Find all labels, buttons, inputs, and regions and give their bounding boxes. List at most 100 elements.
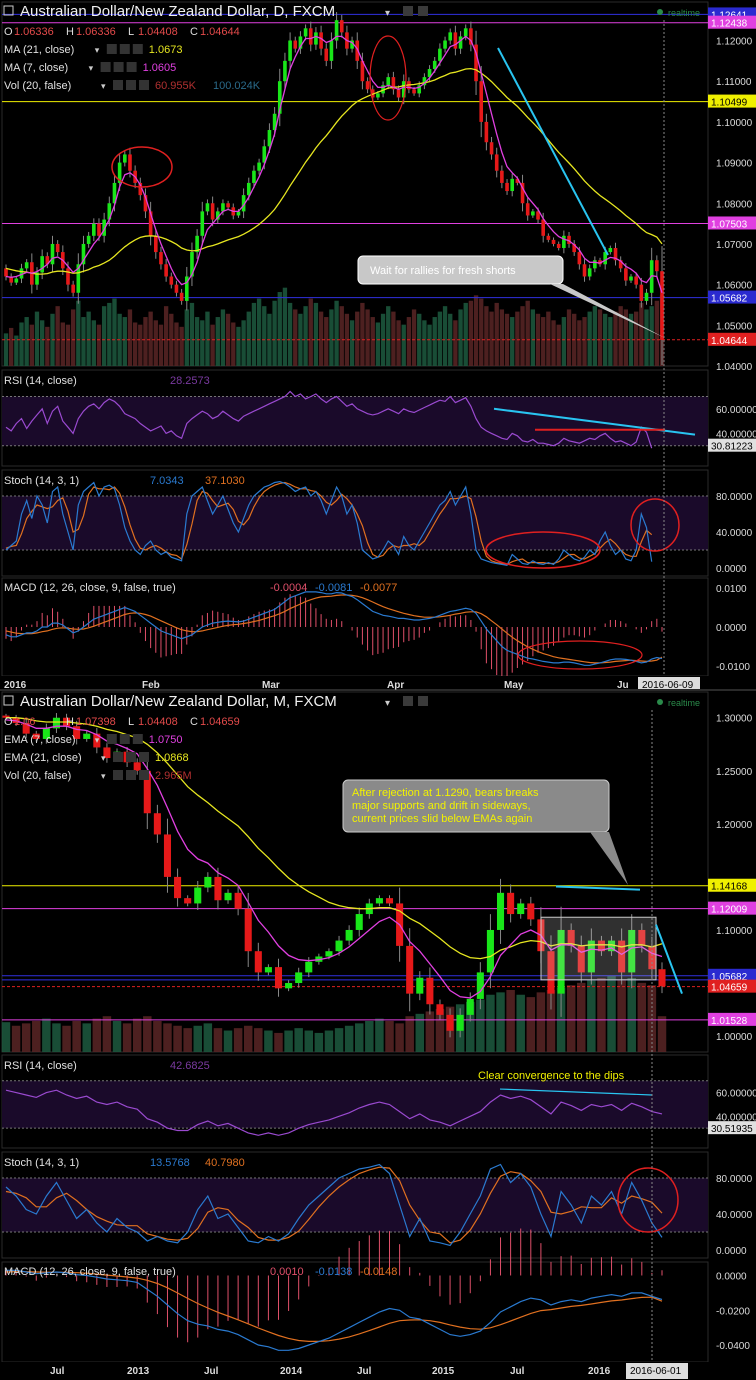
candle-body [204, 876, 212, 888]
candle-body [525, 203, 530, 216]
annotation-line: After rejection at 1.1290, bears breaks [352, 787, 539, 799]
candle-body [556, 243, 561, 249]
volume-bar [163, 306, 169, 366]
settings-icon[interactable] [119, 44, 130, 54]
time-tick-label: Jul [204, 1366, 219, 1377]
indicator-dropdown-icon[interactable]: ▾ [95, 45, 100, 55]
volume-bar [360, 302, 365, 366]
annotation-line: current prices slid below EMAs again [352, 813, 532, 825]
chart-canvas: 1.12000 1.11000 1.10000 1.09000 1.08000 1.070… [0, 0, 756, 1380]
indicator-value: 1.0750 [149, 734, 183, 746]
realtime-label: realtime [668, 698, 700, 708]
volume-bar [210, 324, 215, 366]
candle-body [325, 951, 333, 957]
settings-icon[interactable] [418, 696, 428, 706]
candle-body [658, 969, 666, 987]
volume-bar [132, 322, 138, 366]
volume-bar [132, 1018, 142, 1052]
time-tick-label: Jul [510, 1366, 525, 1377]
candle-body [551, 239, 556, 244]
volume-bar [515, 311, 520, 366]
eye-icon[interactable] [113, 752, 123, 762]
eye-icon[interactable] [113, 770, 123, 780]
volume-bar [173, 1025, 182, 1052]
indicator-dropdown-icon[interactable]: ▾ [101, 81, 106, 91]
price-badge-label: 1.12009 [711, 905, 748, 916]
dropdown-icon[interactable]: ▾ [385, 698, 390, 709]
price-tick-label: 1.10000 [716, 926, 753, 937]
close-icon[interactable] [139, 770, 149, 780]
volume-bar [422, 320, 427, 366]
volume-bar [92, 1018, 102, 1052]
volume-bar [102, 1016, 112, 1052]
eye-icon[interactable] [113, 80, 123, 90]
close-icon[interactable] [139, 752, 149, 762]
candle-body [486, 929, 494, 973]
volume-bar [349, 320, 355, 366]
ohlc-value: 1.06336 [76, 26, 116, 38]
volume-bar [546, 311, 551, 366]
settings-icon[interactable] [119, 734, 130, 744]
close-icon[interactable] [126, 62, 137, 72]
close-icon[interactable] [132, 734, 143, 744]
volume-bar [525, 300, 530, 366]
price-tick-label: 1.08000 [716, 199, 753, 210]
volume-bar [52, 1023, 61, 1052]
volume-bar [536, 992, 546, 1052]
eye-icon[interactable] [106, 44, 117, 54]
candle-body [507, 892, 515, 915]
candle-body [355, 914, 363, 930]
candle-body [234, 892, 242, 909]
candle-body [224, 892, 232, 901]
eye-icon[interactable] [403, 696, 413, 706]
stoch-label: Stoch (14, 3, 1) [4, 475, 79, 487]
settings-icon[interactable] [126, 752, 136, 762]
time-tick-label: 2016 [588, 1366, 611, 1377]
volume-bar [82, 1023, 91, 1052]
indicator-dropdown-icon[interactable]: ▾ [101, 771, 106, 781]
indicator-dropdown-icon[interactable]: ▾ [89, 63, 94, 73]
volume-bar [203, 1023, 213, 1052]
volume-bar [324, 317, 329, 366]
volume-bar [60, 322, 65, 366]
settings-icon[interactable] [113, 62, 124, 72]
candle-body [484, 121, 489, 143]
volume-bar [29, 324, 34, 366]
volume-bar [184, 309, 189, 366]
candle-body [122, 154, 127, 163]
dropdown-icon[interactable]: ▾ [385, 8, 390, 19]
stoch-d-value: 40.7980 [205, 1157, 245, 1169]
volume-bar [163, 1023, 172, 1052]
stoch-tick-label: 80.0000 [716, 1174, 753, 1185]
candle-body [448, 32, 453, 41]
candle-body [205, 203, 210, 212]
macd-label: MACD (12, 26, close, 9, false, true) [4, 582, 176, 594]
volume-bar [406, 317, 412, 366]
indicator-dropdown-icon[interactable]: ▾ [101, 753, 106, 763]
rsi-tick-label: 60.00000 [716, 405, 756, 416]
volume-bar [437, 311, 443, 366]
volume-bar [183, 1028, 192, 1052]
close-icon[interactable] [132, 44, 143, 54]
eye-icon[interactable] [100, 62, 111, 72]
volume-bar [649, 306, 654, 366]
volume-bar [566, 985, 576, 1052]
price-tick-label: 1.12000 [716, 37, 753, 48]
eye-icon[interactable] [403, 6, 413, 16]
eye-icon[interactable] [106, 734, 117, 744]
settings-icon[interactable] [126, 770, 136, 780]
indicator-value: 1.0868 [155, 752, 189, 764]
volume-bar [634, 311, 639, 366]
candle-body [267, 130, 272, 147]
candle-body [505, 182, 509, 192]
settings-icon[interactable] [126, 80, 136, 90]
indicator-value: 60.955K [155, 80, 197, 92]
settings-icon[interactable] [418, 6, 428, 16]
volume-bar [241, 320, 246, 366]
indicator-dropdown-icon[interactable]: ▾ [95, 735, 100, 745]
volume-bar [644, 309, 649, 366]
volume-bar [246, 311, 251, 366]
close-icon[interactable] [139, 80, 149, 90]
rsi-panel: RSI (14, close) 28.2573 30.81223 60.00000 40… [1, 369, 756, 467]
rsi-last-value: 30.81223 [711, 442, 753, 453]
